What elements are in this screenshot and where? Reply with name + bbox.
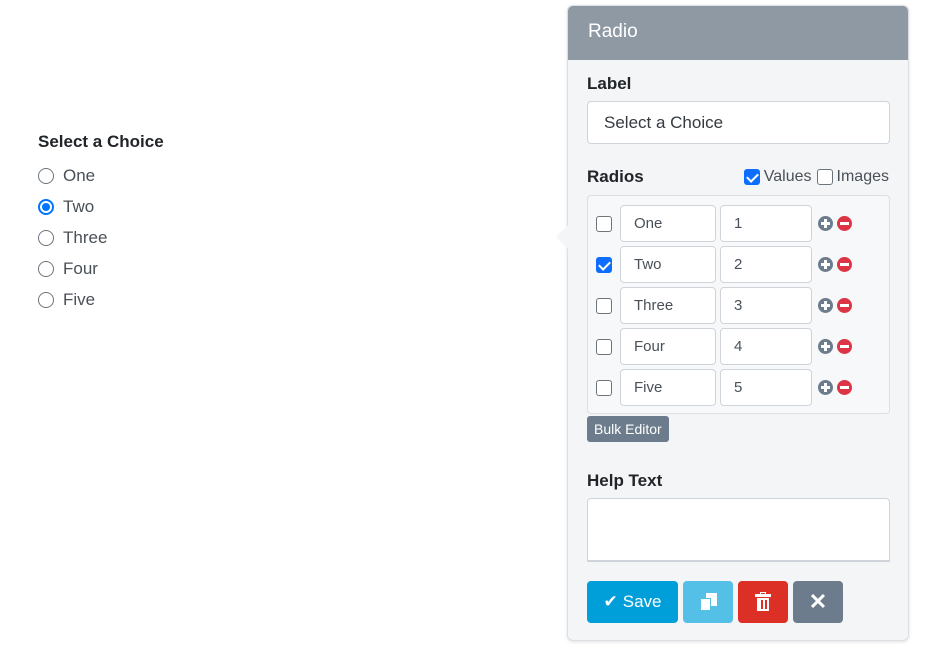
add-option-icon[interactable]	[818, 380, 833, 395]
option-label-input[interactable]: Two	[620, 246, 716, 283]
values-checkbox[interactable]	[744, 169, 760, 185]
check-icon: ✔	[604, 592, 618, 612]
preview-option[interactable]: Five	[38, 285, 164, 316]
option-label: One	[63, 166, 95, 186]
remove-option-icon[interactable]	[837, 380, 852, 395]
bulk-editor-button[interactable]: Bulk Editor	[587, 416, 669, 442]
radio-option-row: Five5	[596, 367, 889, 408]
option-value-input[interactable]: 1	[720, 205, 812, 242]
option-label-input[interactable]: Three	[620, 287, 716, 324]
option-label: Four	[63, 259, 98, 279]
add-option-icon[interactable]	[818, 339, 833, 354]
radio-button[interactable]	[38, 292, 54, 308]
option-value-input[interactable]: 4	[720, 328, 812, 365]
default-checkbox[interactable]	[596, 380, 612, 396]
label-input[interactable]: Select a Choice	[587, 101, 890, 144]
radio-button[interactable]	[38, 261, 54, 277]
images-checkbox[interactable]	[817, 169, 833, 185]
panel-title: Radio	[568, 6, 908, 60]
default-checkbox[interactable]	[596, 298, 612, 314]
radio-edit-panel: Radio Label Select a Choice Radios Value…	[567, 5, 909, 641]
option-value-input[interactable]: 3	[720, 287, 812, 324]
radio-option-row: Three3	[596, 285, 889, 326]
option-value-input[interactable]: 2	[720, 246, 812, 283]
form-preview: Select a Choice One Two Three Four Five	[38, 132, 164, 316]
images-checkbox-label[interactable]: Images	[837, 168, 889, 186]
remove-option-icon[interactable]	[837, 339, 852, 354]
option-value-input[interactable]: 5	[720, 369, 812, 406]
preview-option[interactable]: Four	[38, 254, 164, 285]
radio-option-row: One1	[596, 203, 889, 244]
panel-pointer	[556, 225, 568, 249]
radio-button[interactable]	[38, 230, 54, 246]
values-checkbox-label[interactable]: Values	[764, 168, 812, 186]
copy-button[interactable]	[683, 581, 733, 623]
preview-option[interactable]: Two	[38, 191, 164, 222]
remove-option-icon[interactable]	[837, 257, 852, 272]
preview-option[interactable]: One	[38, 160, 164, 191]
close-button[interactable]: ✕	[793, 581, 843, 623]
radios-editor: One1Two2Three3Four4Five5	[587, 195, 890, 414]
remove-option-icon[interactable]	[837, 298, 852, 313]
label-heading: Label	[587, 74, 889, 94]
default-checkbox[interactable]	[596, 339, 612, 355]
preview-option[interactable]: Three	[38, 222, 164, 253]
option-label-input[interactable]: One	[620, 205, 716, 242]
radio-button[interactable]	[38, 168, 54, 184]
option-label-input[interactable]: Four	[620, 328, 716, 365]
radios-heading: Radios	[587, 167, 644, 187]
remove-option-icon[interactable]	[837, 216, 852, 231]
add-option-icon[interactable]	[818, 257, 833, 272]
help-text-input[interactable]	[587, 498, 890, 562]
add-option-icon[interactable]	[818, 298, 833, 313]
copy-icon	[698, 593, 718, 611]
option-label: Three	[63, 228, 107, 248]
save-button-label: Save	[623, 592, 662, 612]
question-label: Select a Choice	[38, 132, 164, 152]
radio-option-row: Four4	[596, 326, 889, 367]
add-option-icon[interactable]	[818, 216, 833, 231]
help-text-heading: Help Text	[587, 471, 889, 491]
radio-button[interactable]	[38, 199, 54, 215]
option-label: Five	[63, 290, 95, 310]
close-icon: ✕	[809, 589, 827, 615]
save-button[interactable]: ✔ Save	[587, 581, 678, 623]
default-checkbox[interactable]	[596, 216, 612, 232]
trash-icon	[755, 592, 771, 612]
delete-button[interactable]	[738, 581, 788, 623]
option-label-input[interactable]: Five	[620, 369, 716, 406]
option-label: Two	[63, 197, 94, 217]
radio-option-row: Two2	[596, 244, 889, 285]
default-checkbox[interactable]	[596, 257, 612, 273]
